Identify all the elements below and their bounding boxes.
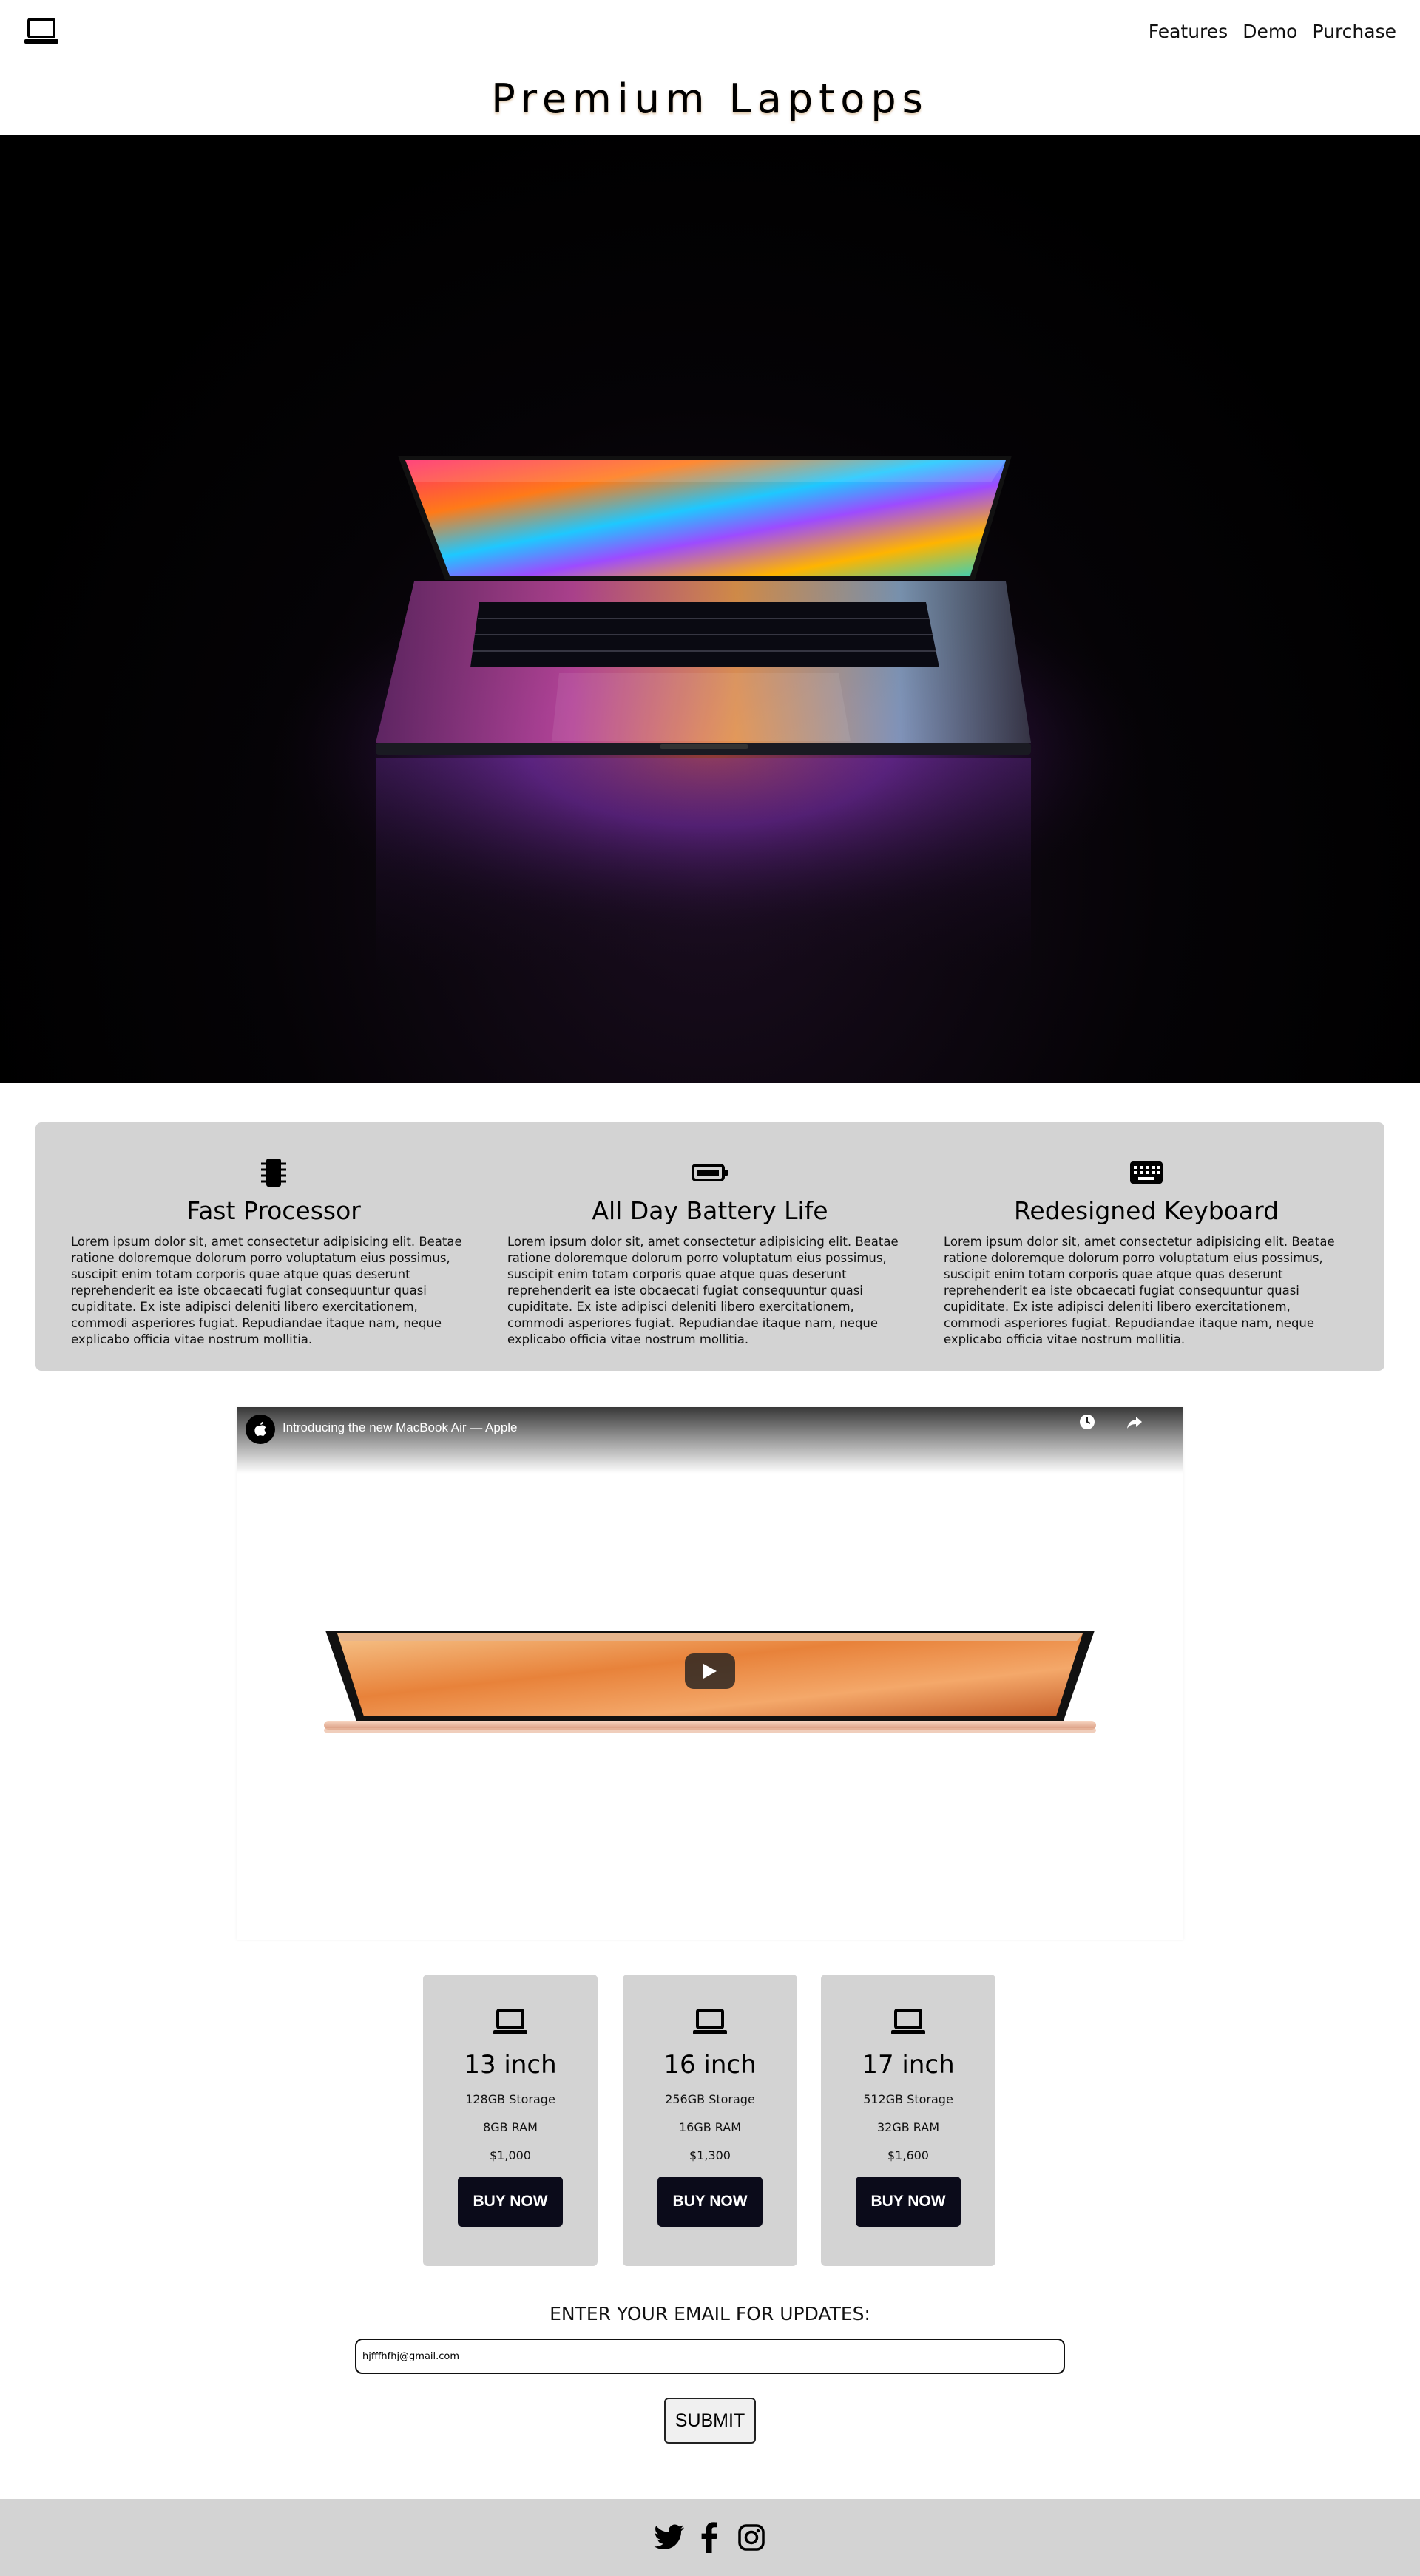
nav-link-demo[interactable]: Demo [1242, 21, 1297, 42]
instagram-icon [738, 2524, 765, 2551]
feature-battery-life: All Day Battery Life Lorem ipsum dolor s… [507, 1122, 913, 1371]
plan-card-16-inch: 16 inch 256GB Storage 16GB RAM $1,300 BU… [623, 1975, 797, 2266]
plan-storage: 512GB Storage [863, 2092, 953, 2106]
submit-button[interactable]: SUBMIT [664, 2398, 756, 2444]
twitter-link[interactable] [654, 2521, 685, 2554]
plan-price: $1,300 [689, 2148, 731, 2162]
plan-name: 13 inch [464, 2050, 557, 2080]
feature-heading: Fast Processor [186, 1196, 361, 1225]
video-top-bar [237, 1407, 1183, 1474]
video-title[interactable]: Introducing the new MacBook Air — Apple [283, 1420, 518, 1435]
nav-link-purchase[interactable]: Purchase [1312, 21, 1396, 42]
instagram-link[interactable] [738, 2521, 765, 2554]
laptop-icon[interactable] [24, 16, 59, 47]
facebook-icon [701, 2522, 717, 2553]
keyboard-icon [1130, 1161, 1163, 1184]
play-icon [703, 1664, 717, 1679]
feature-heading: All Day Battery Life [592, 1196, 828, 1225]
laptop-icon [891, 2009, 925, 2034]
buy-now-button[interactable]: BUY NOW [657, 2177, 763, 2227]
buy-now-button[interactable]: BUY NOW [856, 2177, 961, 2227]
share-button[interactable] [1112, 1413, 1157, 1434]
facebook-link[interactable] [701, 2521, 717, 2554]
buy-now-button[interactable]: BUY NOW [458, 2177, 563, 2227]
site-header: Features Demo Purchase [0, 0, 1420, 67]
laptop-icon [493, 2009, 527, 2034]
share-icon [1127, 1417, 1142, 1429]
hero-image [0, 135, 1420, 1083]
feature-fast-processor: Fast Processor Lorem ipsum dolor sit, am… [71, 1122, 476, 1371]
play-button[interactable] [685, 1653, 735, 1689]
watch-later-button[interactable] [1065, 1413, 1109, 1434]
channel-avatar[interactable] [246, 1415, 275, 1444]
plan-ram: 8GB RAM [483, 2120, 538, 2134]
plan-card-17-inch: 17 inch 512GB Storage 32GB RAM $1,600 BU… [821, 1975, 995, 2266]
apple-logo-icon [254, 1421, 266, 1436]
clock-icon [1080, 1415, 1095, 1429]
plan-name: 17 inch [862, 2050, 955, 2080]
plan-card-13-inch: 13 inch 128GB Storage 8GB RAM $1,000 BUY… [423, 1975, 598, 2266]
page-title: Premium Laptops [491, 75, 929, 122]
site-footer [0, 2499, 1420, 2576]
nav-links: Features Demo Purchase [1149, 21, 1396, 42]
plan-price: $1,600 [888, 2148, 929, 2162]
microchip-icon [261, 1159, 286, 1187]
plan-storage: 128GB Storage [465, 2092, 555, 2106]
feature-keyboard: Redesigned Keyboard Lorem ipsum dolor si… [944, 1122, 1349, 1371]
feature-text: Lorem ipsum dolor sit, amet consectetur … [507, 1235, 899, 1346]
video-player[interactable]: Introducing the new MacBook Air — Apple [237, 1407, 1183, 1940]
laptop-icon [693, 2009, 727, 2034]
plan-ram: 32GB RAM [876, 2120, 940, 2134]
nav-link-features[interactable]: Features [1149, 21, 1228, 42]
feature-text: Lorem ipsum dolor sit, amet consectetur … [71, 1235, 462, 1346]
plan-name: 16 inch [663, 2050, 757, 2080]
plan-storage: 256GB Storage [665, 2092, 755, 2106]
laptop-photo [251, 456, 1169, 1002]
email-label: ENTER YOUR EMAIL FOR UPDATES: [550, 2303, 870, 2324]
plan-price: $1,000 [490, 2148, 531, 2162]
email-field[interactable] [355, 2339, 1065, 2374]
twitter-icon [654, 2524, 684, 2549]
feature-text: Lorem ipsum dolor sit, amet consectetur … [944, 1235, 1335, 1346]
plan-ram: 16GB RAM [678, 2120, 742, 2134]
battery-full-icon [692, 1164, 728, 1181]
features-panel: Fast Processor Lorem ipsum dolor sit, am… [36, 1122, 1384, 1371]
feature-heading: Redesigned Keyboard [1013, 1196, 1279, 1225]
